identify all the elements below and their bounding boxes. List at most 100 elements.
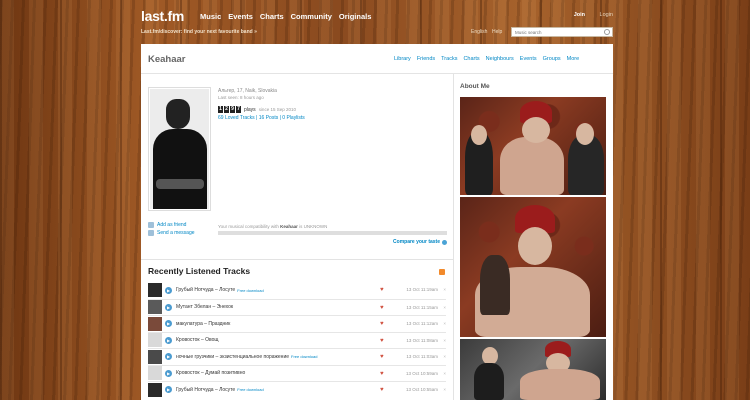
track-row[interactable]: ▶ Грубый Нотчуда – Лосуте Free download ♥ 13… — [148, 282, 446, 299]
heart-icon[interactable]: ♥ — [380, 321, 384, 327]
tab-friends[interactable]: Friends — [417, 56, 435, 62]
play-icon[interactable]: ▶ — [165, 286, 172, 294]
profile-links[interactable]: 69 Loved Tracks | 16 Posts | 0 Playlists — [218, 115, 305, 121]
tab-events[interactable]: Events — [520, 56, 537, 62]
track-row[interactable]: ▶ ночные грузчики – экзистенциальное пора… — [148, 348, 446, 365]
nav-originals[interactable]: Originals — [339, 12, 372, 21]
compatibility-box: Your musical compatibility with Keahaar … — [218, 224, 447, 245]
recent-tracks-list: ▶ Грубый Нотчуда – Лосуте Free download ♥ 13… — [148, 282, 446, 398]
arrow-circle-icon — [442, 239, 447, 245]
close-icon[interactable]: × — [443, 305, 446, 310]
lastfm-logo[interactable]: last.fm — [141, 8, 184, 24]
tab-groups[interactable]: Groups — [543, 56, 561, 62]
nav-charts[interactable]: Charts — [260, 12, 284, 21]
join-link[interactable]: Join — [574, 12, 585, 18]
plays-since: since 15 Sep 2010 — [258, 107, 296, 112]
close-icon[interactable]: × — [443, 287, 446, 292]
recent-tracks-heading: Recently Listened Tracks — [148, 266, 251, 276]
album-thumbnail[interactable] — [148, 366, 162, 381]
track-row[interactable]: ▶ макулатура – Праздник ♥ 13 Oct 11:12am × — [148, 315, 446, 332]
language-link[interactable]: English — [471, 29, 487, 35]
compatibility-bar — [218, 231, 447, 235]
tab-more[interactable]: More — [567, 56, 580, 62]
heart-icon[interactable]: ♥ — [380, 387, 384, 393]
heart-icon[interactable]: ♥ — [380, 338, 384, 344]
album-thumbnail[interactable] — [148, 382, 162, 397]
plays-counter: 1 2 9 7 plays since 15 Sep 2010 — [218, 106, 305, 113]
track-title[interactable]: Кровосток – Овощ — [176, 337, 219, 343]
tab-neighbours[interactable]: Neighbours — [486, 56, 514, 62]
send-message-button[interactable]: Send a message — [148, 230, 195, 236]
profile-header: Keahaar Library Friends Tracks Charts Ne… — [141, 44, 613, 74]
free-download-link[interactable]: Free download — [237, 387, 263, 392]
tab-charts[interactable]: Charts — [463, 56, 479, 62]
about-photo-1 — [460, 97, 606, 195]
rss-icon[interactable] — [439, 269, 445, 275]
track-title[interactable]: Кровосток – Думай позитивно — [176, 370, 245, 376]
track-title[interactable]: Грубый Нотчуда – Лосуте — [176, 287, 235, 293]
main-nav: Music Events Charts Community Originals — [200, 12, 371, 21]
discover-tagline[interactable]: Last.fm/discover: find your next favouri… — [141, 29, 257, 35]
tab-tracks[interactable]: Tracks — [441, 56, 457, 62]
add-friend-button[interactable]: Add as friend — [148, 222, 195, 228]
album-thumbnail[interactable] — [148, 300, 162, 315]
profile-tabs: Library Friends Tracks Charts Neighbours… — [394, 56, 579, 62]
close-icon[interactable]: × — [443, 354, 446, 359]
play-icon[interactable]: ▶ — [165, 336, 172, 344]
user-details: Альгер, 17, Naik, Slovakia — [218, 88, 277, 94]
search-icon[interactable] — [604, 29, 610, 35]
play-icon[interactable]: ▶ — [165, 320, 172, 328]
heart-icon[interactable]: ♥ — [380, 305, 384, 311]
track-timestamp: 13 Oct 11:19am — [406, 287, 438, 292]
nav-music[interactable]: Music — [200, 12, 221, 21]
nav-community[interactable]: Community — [291, 12, 332, 21]
plays-digit: 2 — [224, 106, 229, 113]
track-row[interactable]: ▶ Кровосток – Думай позитивно ♥ 13 Oct 10:5… — [148, 364, 446, 382]
heart-icon[interactable]: ♥ — [380, 354, 384, 360]
message-icon — [148, 230, 154, 236]
avatar-photo — [150, 89, 209, 209]
last-seen: Last seen: 8 hours ago — [218, 95, 264, 100]
nav-events[interactable]: Events — [228, 12, 253, 21]
album-thumbnail[interactable] — [148, 283, 162, 298]
close-icon[interactable]: × — [443, 371, 446, 376]
track-timestamp: 13 Oct 10:59am — [405, 370, 438, 376]
close-icon[interactable]: × — [443, 338, 446, 343]
section-divider — [141, 259, 453, 260]
track-title[interactable]: Грубый Нотчуда – Лосуте — [176, 387, 235, 393]
plays-label: plays — [244, 106, 256, 113]
play-icon[interactable]: ▶ — [165, 303, 172, 311]
album-thumbnail[interactable] — [148, 333, 162, 348]
track-row[interactable]: ▶ Мутант Збелан – Энехок ♥ 13 Oct 11:15am × — [148, 298, 446, 316]
compatibility-text: Your musical compatibility with Keahaar … — [218, 224, 328, 229]
free-download-link[interactable]: Free download — [291, 354, 317, 359]
close-icon[interactable]: × — [443, 387, 446, 392]
login-link[interactable]: Login — [600, 12, 613, 18]
profile-username: Keahaar — [148, 54, 186, 65]
track-timestamp: 13 Oct 11:15am — [406, 304, 438, 310]
user-info: Альгер, 17, Naik, Slovakia Last seen: 8 … — [218, 88, 305, 121]
add-friend-icon — [148, 222, 154, 228]
track-row[interactable]: ▶ Кровосток – Овощ ♥ 13 Oct 11:08am × — [148, 331, 446, 349]
help-link[interactable]: Help — [492, 29, 502, 35]
tab-library[interactable]: Library — [394, 56, 411, 62]
album-thumbnail[interactable] — [148, 349, 162, 364]
track-title[interactable]: Мутант Збелан – Энехок — [176, 304, 233, 310]
heart-icon[interactable]: ♥ — [380, 287, 384, 293]
track-title[interactable]: макулатура – Праздник — [176, 321, 230, 327]
play-icon[interactable]: ▶ — [165, 386, 172, 394]
column-divider — [453, 74, 454, 400]
avatar[interactable] — [148, 87, 211, 211]
compare-taste-button[interactable]: Compare your taste — [393, 239, 447, 245]
play-icon[interactable]: ▶ — [165, 369, 172, 377]
heart-icon[interactable]: ♥ — [380, 371, 384, 377]
track-row[interactable]: ▶ Грубый Нотчуда – Лосуте Free download ♥ 13… — [148, 381, 446, 398]
search-input[interactable] — [512, 29, 600, 35]
profile-actions: Add as friend Send a message — [148, 222, 195, 238]
album-thumbnail[interactable] — [148, 316, 162, 331]
play-icon[interactable]: ▶ — [165, 353, 172, 361]
track-title[interactable]: ночные грузчики – экзистенциальное пораж… — [176, 354, 289, 360]
about-photo-2 — [460, 197, 606, 337]
close-icon[interactable]: × — [443, 321, 446, 326]
free-download-link[interactable]: Free download — [237, 288, 263, 293]
